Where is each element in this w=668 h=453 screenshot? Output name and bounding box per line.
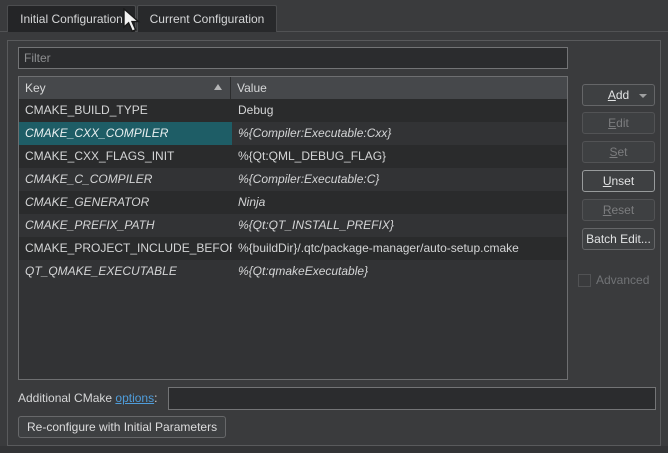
table-row: CMAKE_PREFIX_PATH %{Qt:QT_INSTALL_PREFIX…: [19, 214, 567, 237]
table-cell-key[interactable]: CMAKE_BUILD_TYPE: [19, 99, 232, 122]
edit-button[interactable]: Edit: [582, 112, 655, 134]
column-header-value-label: Value: [237, 81, 267, 95]
column-header-value[interactable]: Value: [231, 77, 567, 99]
table-row: CMAKE_GENERATOR Ninja: [19, 191, 567, 214]
reset-button[interactable]: Reset: [582, 199, 655, 221]
table-cell-key[interactable]: CMAKE_PREFIX_PATH: [19, 214, 232, 237]
set-button-mnemonic: S: [609, 145, 617, 159]
additional-options-label: Additional CMake options:: [18, 391, 157, 405]
unset-button[interactable]: Unset: [582, 170, 655, 192]
additional-options-text: Additional CMake: [18, 391, 112, 405]
batch-edit-button[interactable]: Batch Edit...: [582, 228, 655, 250]
edit-button-mnemonic: E: [608, 116, 616, 130]
edit-button-label: dit: [616, 116, 629, 130]
table-cell-value[interactable]: %{Qt:QT_INSTALL_PREFIX}: [232, 214, 567, 237]
table-cell-key[interactable]: CMAKE_CXX_COMPILER: [19, 122, 232, 145]
add-button[interactable]: Add: [582, 84, 655, 106]
reset-button-label: eset: [611, 203, 634, 217]
advanced-checkbox-label[interactable]: Advanced: [596, 273, 649, 287]
table-cell-key[interactable]: CMAKE_C_COMPILER: [19, 168, 232, 191]
table-cell-value[interactable]: %{Qt:qmakeExecutable}: [232, 260, 567, 283]
set-button[interactable]: Set: [582, 141, 655, 163]
options-help-link[interactable]: options: [115, 391, 154, 405]
window-edge: [0, 446, 668, 453]
reconfigure-button[interactable]: Re-configure with Initial Parameters: [18, 416, 226, 438]
table-cell-key[interactable]: CMAKE_GENERATOR: [19, 191, 232, 214]
table-header: Key Value: [19, 77, 567, 99]
set-button-label: et: [618, 145, 628, 159]
table-row: CMAKE_CXX_FLAGS_INIT %{Qt:QML_DEBUG_FLAG…: [19, 145, 567, 168]
table-cell-value[interactable]: Debug: [232, 99, 567, 122]
cmake-configuration-panel: Initial Configuration Current Configurat…: [0, 0, 668, 453]
table-row: CMAKE_C_COMPILER %{Compiler:Executable:C…: [19, 168, 567, 191]
advanced-checkbox[interactable]: [578, 274, 591, 287]
tab-current-configuration[interactable]: Current Configuration: [137, 5, 277, 32]
tab-initial-configuration[interactable]: Initial Configuration: [7, 5, 136, 32]
table-cell-value[interactable]: Ninja: [232, 191, 567, 214]
table-cell-value[interactable]: %{Compiler:Executable:C}: [232, 168, 567, 191]
add-button-label: dd: [616, 88, 629, 102]
additional-options-colon: :: [154, 391, 157, 405]
table-cell-value[interactable]: %{Compiler:Executable:Cxx}: [232, 122, 567, 145]
table-row-selected: CMAKE_CXX_COMPILER %{Compiler:Executable…: [19, 122, 567, 145]
table-row: QT_QMAKE_EXECUTABLE %{Qt:qmakeExecutable…: [19, 260, 567, 283]
dropdown-arrow-icon: [639, 94, 647, 98]
filter-input[interactable]: [18, 47, 568, 69]
column-header-key-label: Key: [25, 81, 46, 95]
tab-bar: Initial Configuration Current Configurat…: [0, 0, 668, 32]
advanced-checkbox-row: Advanced: [578, 272, 649, 288]
table-cell-value[interactable]: %{buildDir}/.qtc/package-manager/auto-se…: [232, 237, 567, 260]
sort-ascending-icon: [214, 84, 222, 90]
table-cell-key[interactable]: CMAKE_PROJECT_INCLUDE_BEFORE: [19, 237, 232, 260]
table-cell-key[interactable]: CMAKE_CXX_FLAGS_INIT: [19, 145, 232, 168]
unset-button-label: nset: [611, 174, 634, 188]
table-cell-key[interactable]: QT_QMAKE_EXECUTABLE: [19, 260, 232, 283]
cmake-variables-table: Key Value CMAKE_BUILD_TYPE Debug CMAKE_C…: [18, 76, 568, 380]
additional-options-input[interactable]: [168, 387, 656, 410]
table-row: CMAKE_PROJECT_INCLUDE_BEFORE %{buildDir}…: [19, 237, 567, 260]
add-button-mnemonic: A: [608, 88, 616, 102]
column-header-key[interactable]: Key: [19, 77, 231, 99]
table-row: CMAKE_BUILD_TYPE Debug: [19, 99, 567, 122]
table-cell-value[interactable]: %{Qt:QML_DEBUG_FLAG}: [232, 145, 567, 168]
